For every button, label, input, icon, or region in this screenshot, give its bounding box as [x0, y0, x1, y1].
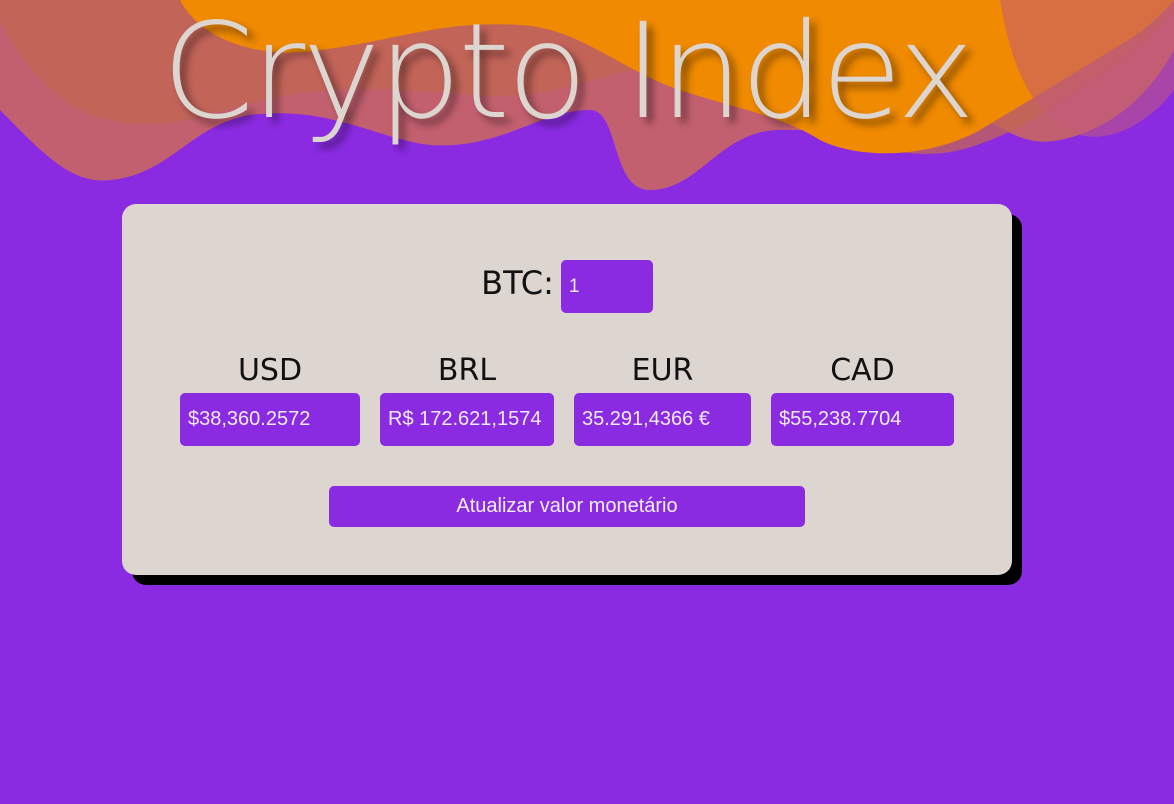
- currency-label-usd: USD: [237, 353, 303, 388]
- currency-usd: USD: [180, 352, 360, 446]
- converter-card: BTC: USD BRL EUR CAD Atualizar valor mon…: [122, 204, 1012, 575]
- currency-cad: CAD: [771, 352, 954, 446]
- btc-label: BTC:: [481, 263, 554, 302]
- currency-eur: EUR: [574, 352, 751, 446]
- btc-row: BTC:: [122, 260, 1012, 313]
- currency-label-cad: CAD: [830, 353, 895, 388]
- app-title: Crypto Index: [161, 0, 975, 149]
- eur-value-field[interactable]: [574, 393, 751, 446]
- update-value-button[interactable]: Atualizar valor monetário: [329, 486, 805, 527]
- currency-brl: BRL: [380, 352, 554, 446]
- currency-label-brl: BRL: [437, 353, 497, 388]
- currency-label-eur: EUR: [631, 353, 694, 388]
- usd-value-field[interactable]: [180, 393, 360, 446]
- btc-amount-input[interactable]: [560, 260, 653, 313]
- brl-value-field[interactable]: [380, 393, 554, 446]
- cad-value-field[interactable]: [771, 393, 954, 446]
